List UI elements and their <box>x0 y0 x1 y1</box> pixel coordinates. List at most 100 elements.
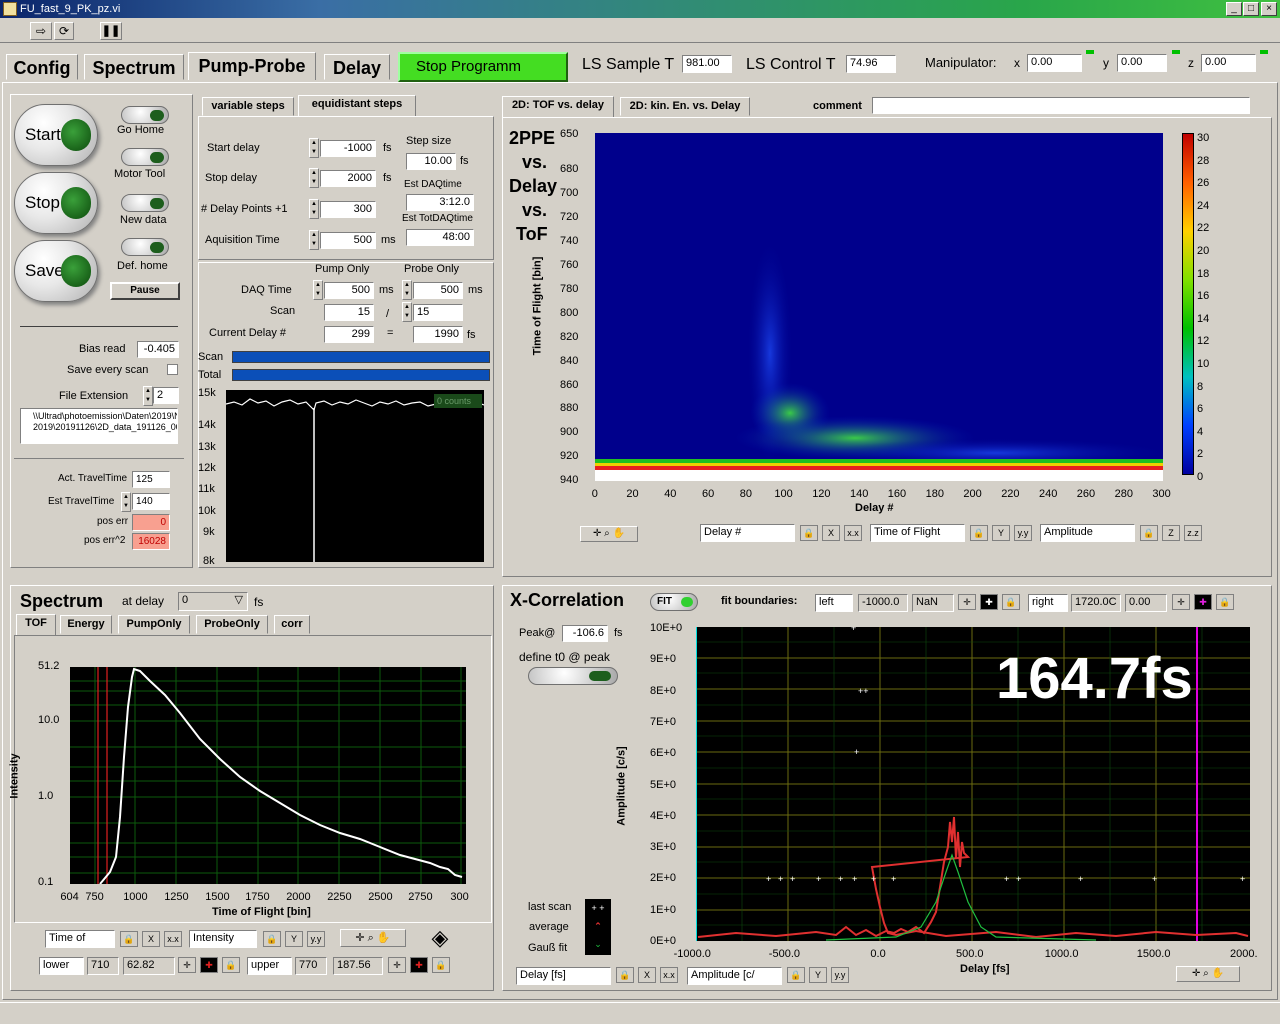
comment-input[interactable] <box>872 97 1250 114</box>
acq-time-value[interactable]: 500 <box>320 232 376 249</box>
pause-button[interactable]: Pause <box>110 282 180 300</box>
fit-right-label[interactable]: right <box>1028 594 1068 612</box>
spectrum-x-axis-name[interactable]: Time of <box>45 930 115 948</box>
tab-pump-probe[interactable]: Pump-Probe <box>188 52 316 80</box>
acq-time-spinner[interactable]: ▲ ▼ <box>309 230 319 250</box>
daq-pump-spinner[interactable]: ▲ ▼ <box>313 280 323 300</box>
xcorr-x-axis-name[interactable]: Delay [fs] <box>516 967 611 985</box>
lock-icon[interactable]: 🔒 <box>1140 525 1158 541</box>
new-data-toggle[interactable] <box>121 194 169 212</box>
daq-probe-spinner[interactable]: ▲ ▼ <box>402 280 412 300</box>
xcorr-cursor-tools[interactable]: ✛ ⌕ ✋ <box>1176 966 1240 982</box>
tab-pump-only[interactable]: PumpOnly <box>118 615 190 634</box>
tab-energy[interactable]: Energy <box>60 615 112 634</box>
est-travel-value[interactable]: 140 <box>132 493 170 510</box>
tab-kin-en-vs-delay[interactable]: 2D: kin. En. vs. Delay <box>620 97 750 116</box>
y-format-icon[interactable]: y.y <box>831 967 849 983</box>
close-button[interactable]: × <box>1261 2 1277 16</box>
stop-delay-value[interactable]: 2000 <box>320 170 376 187</box>
lock-icon[interactable]: 🔒 <box>263 931 281 947</box>
scan-total-spinner[interactable]: ▲ ▼ <box>402 302 412 322</box>
define-t0-button[interactable] <box>528 667 618 685</box>
pause-icon[interactable]: ❚❚ <box>100 22 122 40</box>
x-format-icon[interactable]: x.x <box>844 525 862 541</box>
x-format-icon[interactable]: x.x <box>164 931 182 947</box>
stop-delay-spinner[interactable]: ▲ ▼ <box>309 168 319 188</box>
map-x-axis-name[interactable]: Delay # <box>700 524 795 542</box>
cursor-style-icon[interactable]: ✚ <box>200 957 218 973</box>
lock-icon[interactable]: 🔒 <box>120 931 138 947</box>
spectrum-y-axis-name[interactable]: Intensity <box>189 930 257 948</box>
cursor-lock-icon[interactable]: 🔒 <box>432 957 450 973</box>
cursor-mover-icon[interactable]: ◈ <box>426 924 454 952</box>
z-autoscale-icon[interactable]: Z <box>1162 525 1180 541</box>
file-extension-spinner[interactable]: ▲ ▼ <box>143 386 153 406</box>
cursor-style-icon[interactable]: ✚ <box>980 594 998 610</box>
cursor-style-icon[interactable]: ✚ <box>410 957 428 973</box>
y-format-icon[interactable]: y.y <box>1014 525 1032 541</box>
upper-cursor-label[interactable]: upper <box>247 957 292 975</box>
cursor-move-icon[interactable]: ✛ <box>1172 594 1190 610</box>
start-button[interactable]: Start <box>14 104 98 166</box>
cursor-style-icon[interactable]: ✚ <box>1194 594 1212 610</box>
daq-probe-value[interactable]: 500 <box>413 282 463 299</box>
tab-tof[interactable]: TOF <box>16 614 56 636</box>
motor-tool-toggle[interactable] <box>121 148 169 166</box>
y-autoscale-icon[interactable]: Y <box>992 525 1010 541</box>
spectrum-cursor-tools[interactable]: ✛ ⌕ ✋ <box>340 929 406 947</box>
x-autoscale-icon[interactable]: X <box>142 931 160 947</box>
y-autoscale-icon[interactable]: Y <box>809 967 827 983</box>
x-format-icon[interactable]: x.x <box>660 967 678 983</box>
map-cursor-tools[interactable]: ✛ ⌕ ✋ <box>580 526 638 542</box>
tab-spectrum[interactable]: Spectrum <box>84 54 184 80</box>
tab-variable-steps[interactable]: variable steps <box>202 97 294 116</box>
lock-icon[interactable]: 🔒 <box>800 525 818 541</box>
cursor-move-icon[interactable]: ✛ <box>178 957 196 973</box>
x-autoscale-icon[interactable]: X <box>822 525 840 541</box>
file-path-field[interactable]: \\Ultrad\photoemission\Daten\2019\Novemb… <box>20 408 178 444</box>
minimize-button[interactable]: _ <box>1226 2 1242 16</box>
tab-equidistant-steps[interactable]: equidistant steps <box>298 95 416 117</box>
save-every-scan-checkbox[interactable] <box>167 364 178 375</box>
fit-left-label[interactable]: left <box>815 594 853 612</box>
run-continuous-icon[interactable]: ⟳ <box>54 22 74 40</box>
tab-tof-vs-delay[interactable]: 2D: TOF vs. delay <box>502 96 614 118</box>
lock-icon[interactable]: 🔒 <box>616 967 634 983</box>
z-format-icon[interactable]: z.z <box>1184 525 1202 541</box>
lower-cursor-label[interactable]: lower <box>39 957 84 975</box>
est-travel-spinner[interactable]: ▲ ▼ <box>121 492 131 512</box>
at-delay-select[interactable]: 0 ▽ <box>178 592 248 611</box>
cursor-lock-icon[interactable]: 🔒 <box>222 957 240 973</box>
tab-corr[interactable]: corr <box>274 615 310 634</box>
stop-program-button[interactable]: Stop Programm <box>398 52 568 82</box>
lock-icon[interactable]: 🔒 <box>787 967 805 983</box>
delay-points-spinner[interactable]: ▲ ▼ <box>309 199 319 219</box>
go-home-toggle[interactable] <box>121 106 169 124</box>
y-autoscale-icon[interactable]: Y <box>285 931 303 947</box>
tab-probe-only[interactable]: ProbeOnly <box>196 615 268 634</box>
cursor-move-icon[interactable]: ✛ <box>958 594 976 610</box>
cursor-move-icon[interactable]: ✛ <box>388 957 406 973</box>
maximize-button[interactable]: □ <box>1243 2 1259 16</box>
run-arrow-icon[interactable]: ⇨ <box>30 22 52 40</box>
scan-total-value[interactable]: 15 <box>413 304 463 321</box>
map-z-axis-name[interactable]: Amplitude <box>1040 524 1135 542</box>
y-format-icon[interactable]: y.y <box>307 931 325 947</box>
xcorr-y-axis-name[interactable]: Amplitude [c/ <box>687 967 782 985</box>
delay-points-value[interactable]: 300 <box>320 201 376 218</box>
cursor-lock-icon[interactable]: 🔒 <box>1216 594 1234 610</box>
map-y-axis-name[interactable]: Time of Flight <box>870 524 965 542</box>
def-home-toggle[interactable] <box>121 238 169 256</box>
start-delay-spinner[interactable]: ▲ ▼ <box>309 138 319 158</box>
tab-config[interactable]: Config <box>6 54 78 80</box>
save-button[interactable]: Save <box>14 240 98 302</box>
cursor-lock-icon[interactable]: 🔒 <box>1002 594 1020 610</box>
lock-icon[interactable]: 🔒 <box>970 525 988 541</box>
x-autoscale-icon[interactable]: X <box>638 967 656 983</box>
fit-toggle[interactable]: FIT <box>650 593 698 611</box>
tab-delay[interactable]: Delay <box>324 54 390 80</box>
start-delay-value[interactable]: -1000 <box>320 140 376 157</box>
stop-button[interactable]: Stop <box>14 172 98 234</box>
daq-pump-value[interactable]: 500 <box>324 282 374 299</box>
file-extension-value[interactable]: 2 <box>153 387 179 404</box>
